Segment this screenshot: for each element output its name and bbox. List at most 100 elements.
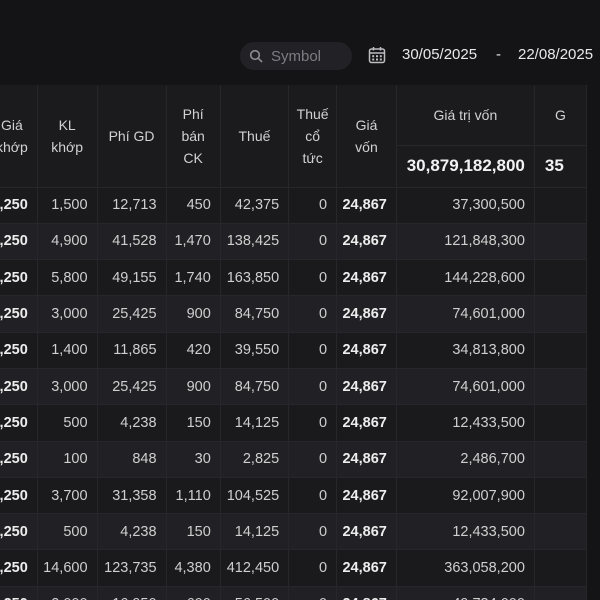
cell-kl-khop: 500 <box>37 404 98 442</box>
cell-kl-khop: 3,000 <box>37 368 98 406</box>
cell-thue-co-tuc: 0 <box>288 586 338 600</box>
cell-gia-khop: 3,250 <box>0 368 38 406</box>
cell-thue: 84,750 <box>220 295 290 333</box>
cell-kl-khop: 4,900 <box>37 223 98 261</box>
cell-thue: 163,850 <box>220 259 290 297</box>
cell-gia-khop: 3,250 <box>0 223 38 261</box>
header-thue-co-tuc[interactable]: Thuế cổ tức <box>288 85 338 188</box>
header-kl-khop[interactable]: KL khớp <box>37 85 98 188</box>
cell-thue: 2,825 <box>220 441 290 478</box>
cell-phi-ban-ck: 900 <box>166 368 221 406</box>
header-gia-von[interactable]: Giá vốn <box>336 85 397 188</box>
cell-phi-ban-ck: 600 <box>166 586 221 600</box>
cell-next-col <box>534 441 588 478</box>
cell-phi-gd: 16,950 <box>97 586 167 600</box>
cell-gia-von: 24,867 <box>336 586 397 600</box>
cell-gia-khop: 3,250 <box>0 295 38 333</box>
cell-thue-co-tuc: 0 <box>288 549 338 587</box>
header-gia-khop[interactable]: Giá khớp <box>0 85 38 188</box>
cell-thue-co-tuc: 0 <box>288 513 338 551</box>
cell-gia-tri-von: 121,848,300 <box>396 223 535 261</box>
table-row[interactable]: 3,250100848302,825024,8672,486,700 <box>0 441 588 478</box>
cell-phi-ban-ck: 900 <box>166 295 221 333</box>
cell-thue: 138,425 <box>220 223 290 261</box>
trade-table-container[interactable]: Giá khớp KL khớp Phí GD Phí bán CK Thuế … <box>0 85 600 600</box>
cell-gia-khop: 3,250 <box>0 513 38 551</box>
cell-gia-tri-von: 92,007,900 <box>396 477 535 515</box>
cell-gia-von: 24,867 <box>336 332 397 369</box>
cell-next-col <box>534 477 588 515</box>
cell-gia-von: 24,867 <box>336 259 397 297</box>
cell-gia-khop: 3,250 <box>0 332 38 369</box>
cell-thue-co-tuc: 0 <box>288 441 338 478</box>
table-row[interactable]: 3,2505004,23815014,125024,86712,433,500 <box>0 404 588 442</box>
total-next-col: 35 <box>534 145 588 188</box>
table-row[interactable]: 3,2505,80049,1551,740163,850024,867144,2… <box>0 259 588 297</box>
header-phi-ban-ck[interactable]: Phí bán CK <box>166 85 221 188</box>
table-row[interactable]: 3,2502,00016,95060056,500024,86749,734,0… <box>0 586 588 600</box>
header-gia-tri-von[interactable]: Giá trị vốn <box>396 85 535 146</box>
date-separator: - <box>496 46 501 63</box>
cell-kl-khop: 1,500 <box>37 187 98 224</box>
table-row[interactable]: 3,2503,00025,42590084,750024,86774,601,0… <box>0 295 588 333</box>
cell-gia-von: 24,867 <box>336 477 397 515</box>
cell-gia-von: 24,867 <box>336 441 397 478</box>
header-phi-gd[interactable]: Phí GD <box>97 85 167 188</box>
cell-phi-gd: 25,425 <box>97 295 167 333</box>
trade-table-body: 3,2501,50012,71345042,375024,86737,300,5… <box>0 187 588 600</box>
cell-next-col <box>534 187 588 224</box>
cell-phi-gd: 31,358 <box>97 477 167 515</box>
cell-thue: 39,550 <box>220 332 290 369</box>
table-row[interactable]: 3,2501,40011,86542039,550024,86734,813,8… <box>0 332 588 369</box>
cell-kl-khop: 5,800 <box>37 259 98 297</box>
cell-gia-khop: 3,250 <box>0 586 38 600</box>
cell-thue-co-tuc: 0 <box>288 368 338 406</box>
cell-thue-co-tuc: 0 <box>288 332 338 369</box>
cell-gia-tri-von: 34,813,800 <box>396 332 535 369</box>
cell-gia-tri-von: 74,601,000 <box>396 368 535 406</box>
header-next-col[interactable]: G <box>534 85 588 146</box>
cell-next-col <box>534 295 588 333</box>
cell-next-col <box>534 549 588 587</box>
cell-gia-khop: 3,250 <box>0 259 38 297</box>
date-to[interactable]: 22/08/2025 <box>518 46 593 63</box>
cell-phi-ban-ck: 150 <box>166 513 221 551</box>
calendar-icon[interactable] <box>368 46 386 64</box>
cell-gia-tri-von: 74,601,000 <box>396 295 535 333</box>
cell-thue-co-tuc: 0 <box>288 259 338 297</box>
table-row[interactable]: 3,2501,50012,71345042,375024,86737,300,5… <box>0 187 588 224</box>
table-row[interactable]: 3,2505004,23815014,125024,86712,433,500 <box>0 513 588 551</box>
cell-gia-tri-von: 12,433,500 <box>396 513 535 551</box>
search-icon <box>249 49 263 63</box>
cell-thue: 84,750 <box>220 368 290 406</box>
table-row[interactable]: 3,2503,00025,42590084,750024,86774,601,0… <box>0 368 588 406</box>
cell-phi-ban-ck: 4,380 <box>166 549 221 587</box>
cell-thue-co-tuc: 0 <box>288 404 338 442</box>
table-row[interactable]: 3,2503,70031,3581,110104,525024,86792,00… <box>0 477 588 515</box>
cell-phi-gd: 4,238 <box>97 404 167 442</box>
header-thue[interactable]: Thuế <box>220 85 290 188</box>
cell-thue: 14,125 <box>220 513 290 551</box>
cell-thue: 56,500 <box>220 586 290 600</box>
cell-next-col <box>534 586 588 600</box>
cell-gia-tri-von: 363,058,200 <box>396 549 535 587</box>
cell-phi-ban-ck: 30 <box>166 441 221 478</box>
cell-next-col <box>534 332 588 369</box>
trade-table: Giá khớp KL khớp Phí GD Phí bán CK Thuế … <box>0 85 588 600</box>
symbol-search-input[interactable] <box>271 47 351 65</box>
table-row[interactable]: 3,2504,90041,5281,470138,425024,867121,8… <box>0 223 588 261</box>
symbol-search[interactable] <box>240 42 352 70</box>
cell-phi-gd: 848 <box>97 441 167 478</box>
cell-phi-gd: 4,238 <box>97 513 167 551</box>
cell-gia-von: 24,867 <box>336 187 397 224</box>
table-row[interactable]: 3,25014,600123,7354,380412,450024,867363… <box>0 549 588 587</box>
cell-thue: 412,450 <box>220 549 290 587</box>
cell-thue-co-tuc: 0 <box>288 187 338 224</box>
cell-phi-gd: 12,713 <box>97 187 167 224</box>
cell-phi-gd: 123,735 <box>97 549 167 587</box>
date-from[interactable]: 30/05/2025 <box>402 46 477 63</box>
cell-thue-co-tuc: 0 <box>288 295 338 333</box>
cell-thue-co-tuc: 0 <box>288 477 338 515</box>
cell-thue: 104,525 <box>220 477 290 515</box>
cell-gia-khop: 3,250 <box>0 477 38 515</box>
